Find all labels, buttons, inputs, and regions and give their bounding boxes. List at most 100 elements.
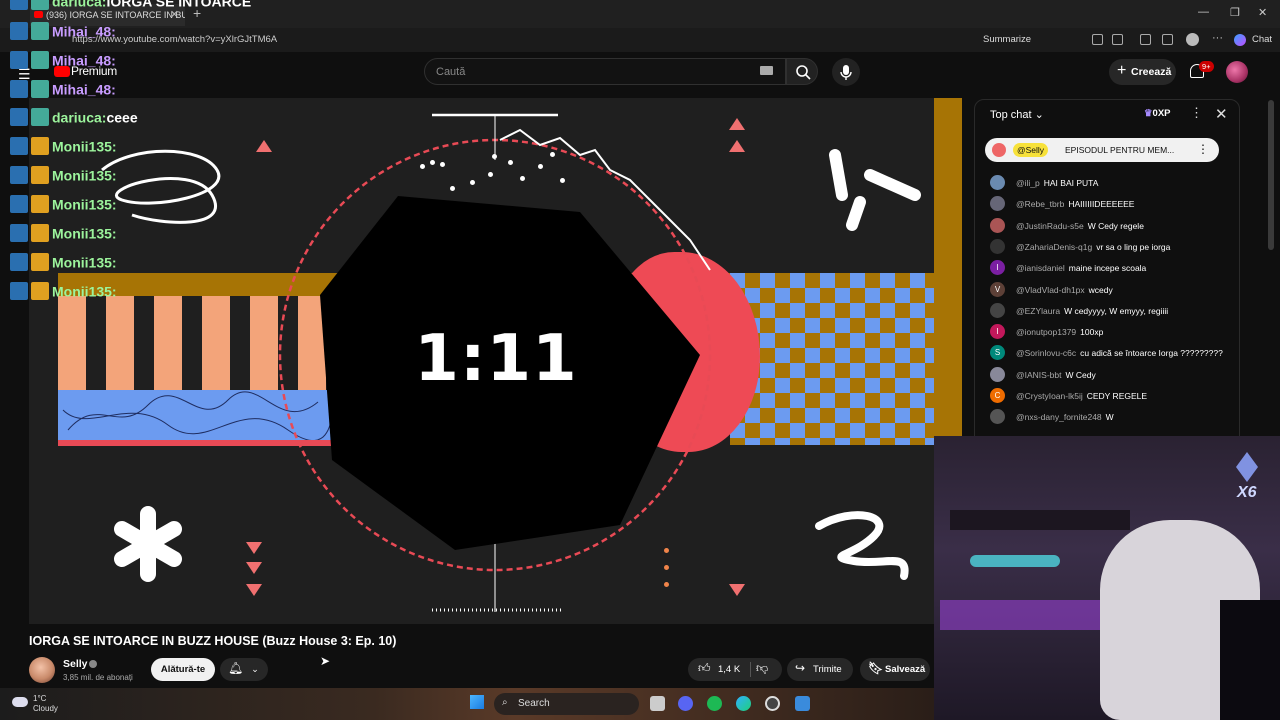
chat-author[interactable]: @Sorinlovu-c6c bbox=[1016, 348, 1076, 358]
chat-message-body: @ionutpop1379 100xp bbox=[1016, 327, 1103, 337]
search-icon: ⌕ bbox=[502, 697, 508, 708]
app-icon[interactable] bbox=[795, 696, 810, 711]
thumbs-up-icon: 👍︎ bbox=[698, 661, 711, 675]
weather-widget[interactable]: 1°C Cloudy bbox=[33, 694, 58, 714]
join-button[interactable]: Alătură-te bbox=[151, 658, 215, 681]
chat-avatar[interactable] bbox=[990, 175, 1005, 190]
countdown-timer: 1:11 bbox=[414, 322, 578, 396]
discord-icon[interactable] bbox=[678, 696, 693, 711]
favorite-star-icon[interactable] bbox=[1092, 34, 1103, 45]
chat-author[interactable]: @Rebe_tbrb bbox=[1016, 199, 1064, 209]
maximize-icon[interactable]: ❐ bbox=[1230, 6, 1240, 19]
chat-text: 100xp bbox=[1080, 327, 1104, 338]
subscriber-badge-icon bbox=[31, 253, 49, 272]
keyboard-icon[interactable] bbox=[760, 66, 773, 75]
summarize-button[interactable]: Summarize bbox=[983, 34, 1031, 45]
overlay-chat-username: Mihai_48: bbox=[52, 81, 116, 98]
chat-avatar[interactable]: C bbox=[990, 388, 1005, 403]
chat-avatar[interactable] bbox=[990, 217, 1005, 233]
microphone-icon bbox=[840, 65, 852, 80]
overlay-chat-username: Monii135: bbox=[52, 138, 117, 155]
chat-button[interactable]: Chat bbox=[1252, 34, 1272, 45]
webcam-dark-figure bbox=[1220, 600, 1280, 720]
extensions-icon[interactable] bbox=[1112, 34, 1123, 45]
overlay-chat-username: Mihai_48: bbox=[52, 52, 116, 69]
squiggle-shape bbox=[815, 511, 909, 580]
minimize-icon[interactable]: — bbox=[1198, 6, 1209, 18]
pinned-message[interactable]: @Selly EPISODUL PENTRU MEM... ⋮ bbox=[985, 138, 1219, 162]
save-button[interactable]: 🔖︎ Salvează bbox=[860, 658, 930, 681]
chat-author[interactable]: @ionutpop1379 bbox=[1016, 327, 1076, 337]
edge-icon[interactable] bbox=[736, 696, 751, 711]
thumbs-down-icon[interactable]: 👎︎ bbox=[756, 661, 768, 676]
chat-author[interactable]: @nxs-dany_fornite248 bbox=[1016, 412, 1102, 422]
spotify-icon[interactable] bbox=[707, 696, 722, 711]
chat-avatar[interactable] bbox=[990, 302, 1005, 318]
like-count: 1,4 K bbox=[718, 664, 741, 675]
obs-icon[interactable] bbox=[765, 696, 780, 711]
page-scrollbar[interactable] bbox=[1268, 100, 1274, 250]
chat-text: W Cedy bbox=[1065, 369, 1096, 380]
channel-avatar[interactable] bbox=[29, 657, 55, 683]
crown-icon: ♛ bbox=[1144, 108, 1153, 119]
like-button[interactable]: 👍︎ 1,4 K 👎︎ bbox=[688, 658, 782, 681]
task-view-icon[interactable] bbox=[650, 696, 665, 711]
chat-author[interactable]: @JustinRadu-s5e bbox=[1016, 221, 1084, 231]
search-input[interactable]: Caută bbox=[424, 58, 786, 85]
pinned-more-icon[interactable]: ⋮ bbox=[1197, 142, 1209, 156]
video-checker-pattern bbox=[730, 273, 934, 445]
chat-message-body: @VladVlad-dh1px wcedy bbox=[1016, 285, 1113, 295]
account-avatar[interactable] bbox=[1226, 61, 1248, 83]
chat-author[interactable]: @VladVlad-dh1px bbox=[1016, 285, 1085, 295]
create-button[interactable]: + Creează bbox=[1109, 59, 1176, 85]
video-gold-edge bbox=[934, 98, 962, 436]
chat-author[interactable]: @EZYlaura bbox=[1016, 306, 1060, 316]
subscriber-badge-icon bbox=[31, 51, 49, 70]
close-window-icon[interactable]: ✕ bbox=[1258, 6, 1267, 19]
moderator-badge-icon bbox=[10, 137, 28, 156]
subscriber-badge-icon bbox=[31, 137, 49, 156]
moderator-badge-icon bbox=[10, 224, 28, 243]
subscription-bell-button[interactable]: 🔔︎ ⌄ bbox=[220, 658, 268, 681]
verified-badge-icon bbox=[89, 660, 97, 668]
xp-badge[interactable]: ♛0XP bbox=[1144, 108, 1171, 119]
share-icon: ↪ bbox=[795, 661, 806, 675]
favorites-icon[interactable] bbox=[1162, 34, 1173, 45]
chat-message-body: @Sorinlovu-c6c cu adică se întoarce Iorga… bbox=[1016, 348, 1223, 358]
chat-text: cu adică se întoarce Iorga ????????? bbox=[1080, 348, 1223, 359]
taskbar-search[interactable]: ⌕ Search bbox=[494, 693, 639, 715]
chat-more-icon[interactable]: ⋮ bbox=[1190, 105, 1203, 121]
overlay-chat-message: ceee bbox=[106, 109, 138, 126]
more-options-icon[interactable]: ··· bbox=[1212, 32, 1223, 44]
windows-start-icon[interactable] bbox=[470, 695, 484, 709]
chat-text: W cedyyyy, W emyyy, regiiii bbox=[1064, 305, 1169, 316]
chat-avatar[interactable]: V bbox=[990, 281, 1005, 297]
overlay-chat-line: Monii135: bbox=[10, 195, 117, 221]
chat-avatar[interactable] bbox=[990, 366, 1005, 382]
chat-author[interactable]: @CrystyIoan-lk5ij bbox=[1016, 391, 1083, 401]
chat-mode-dropdown[interactable]: Top chat ⌄ bbox=[990, 108, 1044, 121]
chat-author[interactable]: @IANIS-bbt bbox=[1016, 370, 1061, 380]
chat-avatar[interactable] bbox=[990, 238, 1005, 254]
chat-close-icon[interactable]: ✕ bbox=[1215, 105, 1228, 123]
chat-author[interactable]: @ianisdaniel bbox=[1016, 263, 1065, 273]
search-button[interactable] bbox=[786, 58, 818, 85]
plus-icon: + bbox=[1117, 62, 1127, 79]
copilot-icon[interactable] bbox=[1234, 34, 1246, 46]
overlay-chat-line: Mihai_48: bbox=[10, 80, 116, 106]
chat-author[interactable]: @ZahariaDenis-q1g bbox=[1016, 242, 1092, 252]
channel-name[interactable]: Selly bbox=[63, 658, 88, 670]
overlay-chat-line: dariuca:ceee bbox=[10, 108, 138, 134]
collections-icon[interactable] bbox=[1140, 34, 1151, 45]
bell-icon: 🔔︎ bbox=[228, 661, 244, 675]
chat-author[interactable]: @ili_p bbox=[1016, 178, 1040, 188]
subscriber-count: 3,85 mil. de abonați bbox=[63, 673, 133, 682]
profile-avatar[interactable] bbox=[1186, 33, 1199, 46]
voice-search-button[interactable] bbox=[832, 58, 860, 86]
chat-avatar[interactable]: I bbox=[990, 324, 1005, 340]
overlay-chat-line: Monii135: bbox=[10, 224, 117, 250]
chat-text: vr sa o ling pe iorga bbox=[1096, 241, 1171, 252]
overlay-chat-line: Mihai_48: bbox=[10, 51, 116, 77]
chat-message-body: @JustinRadu-s5e W Cedy regele bbox=[1016, 221, 1144, 231]
share-button[interactable]: ↪ Trimite bbox=[787, 658, 853, 681]
